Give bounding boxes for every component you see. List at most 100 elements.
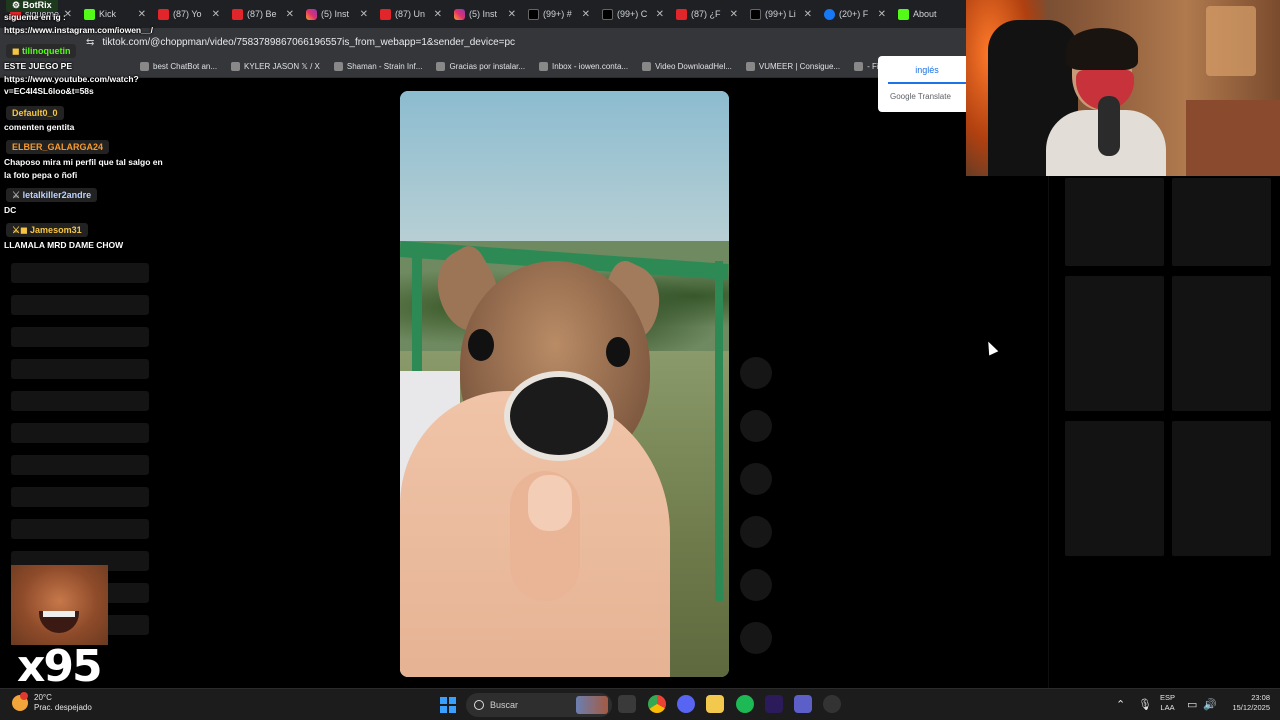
chevron-up-icon[interactable]: ⌃ — [1116, 698, 1125, 711]
translate-language-tab[interactable]: inglés — [888, 64, 966, 84]
input-language[interactable]: ESP LAA — [1160, 693, 1175, 713]
browser-tab[interactable]: (5) Inst ✕ — [300, 1, 374, 27]
close-icon[interactable]: ✕ — [434, 9, 442, 20]
chat-placeholder — [11, 487, 149, 507]
deer-eye — [468, 329, 494, 361]
bookmark-item[interactable]: VUMEER | Consigue... — [745, 62, 840, 71]
laughing-emote: x95 — [11, 565, 108, 692]
windows-taskbar: 20°C Prac. despejado Buscar ESP LAA 23:0… — [0, 688, 1280, 720]
search-icon — [474, 700, 484, 710]
video-tile[interactable] — [1065, 421, 1164, 556]
chat-placeholder — [11, 263, 149, 283]
browser-tab[interactable]: (87) Be ✕ — [226, 1, 300, 27]
video-tile[interactable] — [1172, 178, 1271, 266]
video-tile[interactable] — [1172, 276, 1271, 411]
kick-icon — [898, 8, 909, 20]
chat-message: comenten gentita — [4, 122, 75, 132]
bookmark-favicon-icon — [231, 62, 241, 71]
sound-button[interactable] — [740, 622, 772, 654]
microphone-icon[interactable]: 🎙 — [1138, 698, 1152, 711]
bookmark-label: Inbox - iowen.conta... — [552, 62, 629, 71]
translate-popup: inglés Google Translate — [878, 56, 966, 112]
bookmark-label: Gracias por instalar... — [449, 62, 526, 71]
bookmark-favicon-icon — [642, 62, 652, 71]
deer-eye — [606, 337, 630, 367]
tab-label: (5) Inst — [469, 9, 498, 19]
tiktok-icon — [750, 8, 761, 20]
folder-icon[interactable] — [706, 695, 724, 713]
video-tile[interactable] — [1172, 421, 1271, 556]
share-button[interactable] — [740, 516, 772, 548]
tiktok-icon — [602, 8, 613, 20]
close-icon[interactable]: ✕ — [582, 9, 590, 20]
file-icon[interactable] — [618, 695, 636, 713]
weather-widget[interactable]: 20°C Prac. despejado — [12, 692, 92, 713]
chat-message: ESTE JUEGO PE https://www.youtube.com/wa… — [4, 61, 139, 96]
browser-tab[interactable]: (20+) F ✕ — [818, 1, 892, 27]
browser-tab[interactable]: (99+) Li ✕ — [744, 1, 818, 27]
close-icon[interactable]: ✕ — [360, 9, 368, 20]
discord-icon[interactable] — [677, 695, 695, 713]
bot-icon: ⚙ — [12, 0, 23, 10]
close-icon[interactable]: ✕ — [730, 9, 738, 20]
youtube-icon — [676, 8, 687, 20]
thumbnail-nail — [528, 475, 572, 531]
close-icon[interactable]: ✕ — [656, 9, 664, 20]
spotify-icon[interactable] — [736, 695, 754, 713]
browser-tab[interactable]: (99+) # ✕ — [522, 1, 596, 27]
teams-icon[interactable] — [794, 695, 812, 713]
chat-username: ⚔ letalkiller2andre — [6, 188, 98, 202]
chat-username: Default0_0 — [6, 106, 64, 120]
more-button[interactable] — [740, 569, 772, 601]
webcam-overlay — [966, 0, 1280, 176]
bookmark-item[interactable]: Shaman - Strain Inf... — [333, 62, 422, 71]
browser-tab[interactable]: (87) ¿F ✕ — [670, 1, 744, 27]
like-button[interactable] — [740, 357, 772, 389]
close-icon[interactable]: ✕ — [286, 9, 294, 20]
bookmark-favicon-icon — [333, 62, 343, 71]
search-highlight-image — [576, 696, 608, 714]
premiere-icon[interactable] — [765, 695, 783, 713]
tab-label: About — [913, 9, 937, 19]
obs-icon[interactable] — [823, 695, 841, 713]
windows-start-icon[interactable] — [440, 697, 456, 713]
close-icon[interactable]: ✕ — [212, 9, 220, 20]
chrome-icon[interactable] — [648, 695, 666, 713]
browser-tab[interactable]: (5) Inst ✕ — [448, 1, 522, 27]
chat-message: Chaposo mira mi perfil que tal salgo en … — [4, 157, 163, 180]
clock[interactable]: 23:08 15/12/2025 — [1228, 693, 1270, 713]
browser-tab[interactable]: About — [892, 1, 966, 27]
emote-combo-count: x95 — [17, 641, 103, 692]
bookmark-button[interactable] — [740, 463, 772, 495]
tab-label: (99+) # — [543, 9, 572, 19]
browser-tab[interactable]: (99+) C ✕ — [596, 1, 670, 27]
chat-placeholder — [11, 455, 149, 475]
instagram-icon — [454, 8, 465, 20]
bookmark-favicon-icon — [745, 62, 755, 71]
bookmark-item[interactable]: Inbox - iowen.conta... — [539, 62, 628, 71]
chat-placeholder — [11, 423, 149, 443]
tab-label: (87) Un — [395, 9, 426, 19]
facebook-icon — [824, 8, 835, 20]
weather-sun-icon — [12, 692, 28, 711]
sword-icon: ⚔ — [12, 190, 23, 200]
bookmark-item[interactable]: Video DownloadHel... — [642, 62, 732, 71]
bookmark-label: KYLER JASON 𝕏 / X — [244, 62, 320, 71]
bookmark-item[interactable]: KYLER JASON 𝕏 / X — [231, 62, 320, 71]
video-tile[interactable] — [1065, 276, 1164, 411]
search-label: Buscar — [490, 700, 519, 710]
volume-icon[interactable]: 🔊 — [1203, 698, 1217, 711]
close-icon[interactable]: ✕ — [508, 9, 516, 20]
video-tile[interactable] — [1065, 178, 1164, 266]
tab-label: (20+) F — [839, 9, 869, 19]
instagram-icon — [306, 8, 317, 20]
close-icon[interactable]: ✕ — [804, 9, 812, 20]
comment-button[interactable] — [740, 410, 772, 442]
close-icon[interactable]: ✕ — [878, 9, 886, 20]
chat-placeholder — [11, 327, 149, 347]
video-player[interactable] — [400, 91, 729, 677]
bookmark-item[interactable]: Gracias por instalar... — [436, 62, 525, 71]
browser-tab[interactable]: (87) Un ✕ — [374, 1, 448, 27]
display-icon[interactable]: ▭ — [1187, 698, 1197, 711]
taskbar-search[interactable]: Buscar — [466, 693, 612, 717]
